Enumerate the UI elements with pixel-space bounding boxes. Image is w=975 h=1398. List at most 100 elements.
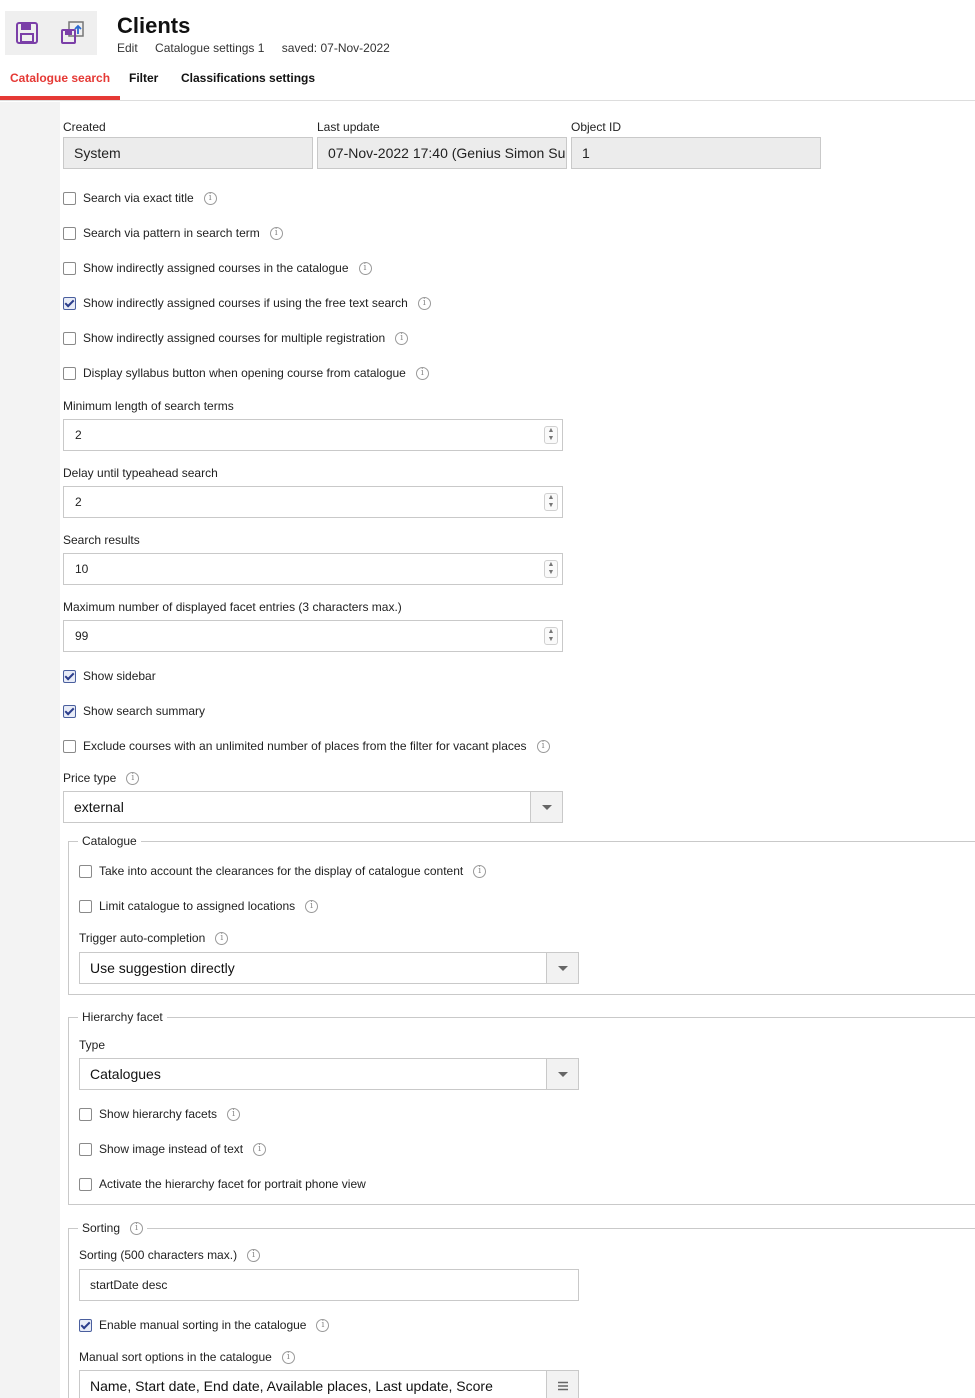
catalogue-legend: Catalogue	[78, 834, 141, 848]
option-pattern-search[interactable]: Search via pattern in search term i	[63, 225, 283, 241]
object-id-field: 1	[571, 137, 821, 169]
chevron-up-icon[interactable]: ▲	[548, 427, 555, 435]
option-indirect-free-text[interactable]: Show indirectly assigned courses if usin…	[63, 295, 431, 311]
option-show-hierarchy-facets[interactable]: Show hierarchy facets i	[79, 1106, 241, 1122]
checkbox[interactable]	[79, 1177, 92, 1191]
page-title: Clients	[117, 13, 191, 38]
page-meta: Edit Catalogue settings 1 saved: 07-Nov-…	[117, 41, 404, 55]
manual-options-value: Name, Start date, End date, Available pl…	[90, 1378, 493, 1394]
info-icon[interactable]: i	[415, 366, 429, 380]
sort-field-input[interactable]: startDate desc	[79, 1269, 579, 1301]
typeahead-delay-input[interactable]: 2 ▲ ▼	[63, 486, 563, 518]
chevron-down-icon[interactable]	[546, 953, 578, 983]
checkbox[interactable]	[79, 1107, 92, 1121]
option-clearances[interactable]: Take into account the clearances for the…	[79, 863, 487, 879]
spinner[interactable]: ▲ ▼	[544, 560, 558, 578]
checkbox[interactable]	[63, 261, 76, 275]
option-indirect-multiple-registration[interactable]: Show indirectly assigned courses for mul…	[63, 330, 409, 346]
info-icon[interactable]: i	[126, 771, 140, 785]
search-results-label: Search results	[63, 533, 140, 547]
option-label: Display syllabus button when opening cou…	[83, 366, 406, 380]
option-image-instead-text[interactable]: Show image instead of text i	[79, 1141, 267, 1157]
save-icon[interactable]	[16, 22, 38, 44]
tab-catalogue-search[interactable]: Catalogue search	[0, 71, 121, 100]
option-portrait-phone[interactable]: Activate the hierarchy facet for portrai…	[79, 1176, 366, 1192]
info-icon[interactable]: i	[305, 899, 319, 913]
tab-bar: Catalogue search Filter Classifications …	[0, 68, 975, 101]
checkbox[interactable]	[79, 1318, 92, 1332]
info-icon[interactable]: i	[536, 739, 550, 753]
option-label: Show indirectly assigned courses for mul…	[83, 331, 386, 345]
manual-options-select[interactable]: Name, Start date, End date, Available pl…	[79, 1370, 579, 1398]
chevron-down-icon[interactable]	[546, 1059, 578, 1089]
checkbox[interactable]	[63, 226, 76, 240]
checkbox[interactable]	[63, 331, 76, 345]
option-indirect-catalogue[interactable]: Show indirectly assigned courses in the …	[63, 260, 372, 276]
chevron-down-icon[interactable]: ▼	[548, 569, 555, 577]
chevron-up-icon[interactable]: ▲	[548, 561, 555, 569]
sorting-legend-label: Sorting	[82, 1221, 121, 1235]
checkbox[interactable]	[63, 366, 76, 380]
facet-entries-input[interactable]: 99 ▲ ▼	[63, 620, 563, 652]
price-type-label: Price type	[63, 771, 117, 785]
option-label: Activate the hierarchy facet for portrai…	[99, 1177, 366, 1191]
option-limit-locations[interactable]: Limit catalogue to assigned locations i	[79, 898, 319, 914]
autocomplete-select[interactable]: Use suggestion directly	[79, 952, 579, 984]
autocomplete-label-row: Trigger auto-completion i	[79, 930, 229, 946]
option-label: Show indirectly assigned courses in the …	[83, 261, 349, 275]
chevron-down-icon[interactable]	[530, 792, 562, 822]
option-show-sidebar[interactable]: Show sidebar	[63, 668, 156, 684]
option-show-search-summary[interactable]: Show search summary	[63, 703, 205, 719]
info-icon[interactable]: i	[417, 296, 431, 310]
checkbox[interactable]	[63, 669, 76, 683]
mode-label: Edit	[117, 41, 138, 55]
option-syllabus-button[interactable]: Display syllabus button when opening cou…	[63, 365, 429, 381]
spinner[interactable]: ▲ ▼	[544, 493, 558, 511]
checkbox[interactable]	[63, 296, 76, 310]
checkbox[interactable]	[79, 864, 92, 878]
list-icon[interactable]	[546, 1371, 578, 1398]
min-length-input[interactable]: 2 ▲ ▼	[63, 419, 563, 451]
checkbox[interactable]	[63, 191, 76, 205]
chevron-up-icon[interactable]: ▲	[548, 494, 555, 502]
facet-entries-value: 99	[75, 629, 89, 643]
hierarchy-type-select[interactable]: Catalogues	[79, 1058, 579, 1090]
save-and-upload-icon[interactable]	[60, 20, 86, 46]
checkbox[interactable]	[79, 899, 92, 913]
chevron-up-icon[interactable]: ▲	[548, 628, 555, 636]
price-type-select[interactable]: external	[63, 791, 563, 823]
info-icon[interactable]: i	[473, 864, 487, 878]
info-icon[interactable]: i	[215, 931, 229, 945]
hierarchy-type-label: Type	[79, 1038, 106, 1052]
chevron-down-icon[interactable]: ▼	[548, 502, 555, 510]
spinner[interactable]: ▲ ▼	[544, 426, 558, 444]
checkbox[interactable]	[63, 739, 76, 753]
chevron-down-icon[interactable]: ▼	[548, 636, 555, 644]
spinner[interactable]: ▲ ▼	[544, 627, 558, 645]
option-manual-sorting[interactable]: Enable manual sorting in the catalogue i	[79, 1317, 330, 1333]
checkbox[interactable]	[79, 1142, 92, 1156]
info-icon[interactable]: i	[269, 226, 283, 240]
autocomplete-value: Use suggestion directly	[90, 960, 235, 976]
info-icon[interactable]: i	[316, 1318, 330, 1332]
sorting-legend: Sorting i	[78, 1221, 148, 1235]
option-exclude-unlimited[interactable]: Exclude courses with an unlimited number…	[63, 738, 550, 754]
info-icon[interactable]: i	[247, 1248, 261, 1262]
chevron-down-icon[interactable]: ▼	[548, 435, 555, 443]
option-exact-title[interactable]: Search via exact title i	[63, 190, 217, 206]
tab-filter[interactable]: Filter	[119, 71, 168, 100]
option-label: Limit catalogue to assigned locations	[99, 899, 296, 913]
info-icon[interactable]: i	[203, 191, 217, 205]
info-icon[interactable]: i	[130, 1221, 144, 1235]
search-results-input[interactable]: 10 ▲ ▼	[63, 553, 563, 585]
info-icon[interactable]: i	[395, 331, 409, 345]
info-icon[interactable]: i	[358, 261, 372, 275]
side-gutter	[0, 102, 60, 1398]
checkbox[interactable]	[63, 704, 76, 718]
info-icon[interactable]: i	[281, 1350, 295, 1364]
info-icon[interactable]: i	[253, 1142, 267, 1156]
option-label: Enable manual sorting in the catalogue	[99, 1318, 307, 1332]
autocomplete-label: Trigger auto-completion	[79, 931, 206, 945]
tab-classifications-settings[interactable]: Classifications settings	[171, 71, 325, 100]
info-icon[interactable]: i	[227, 1107, 241, 1121]
